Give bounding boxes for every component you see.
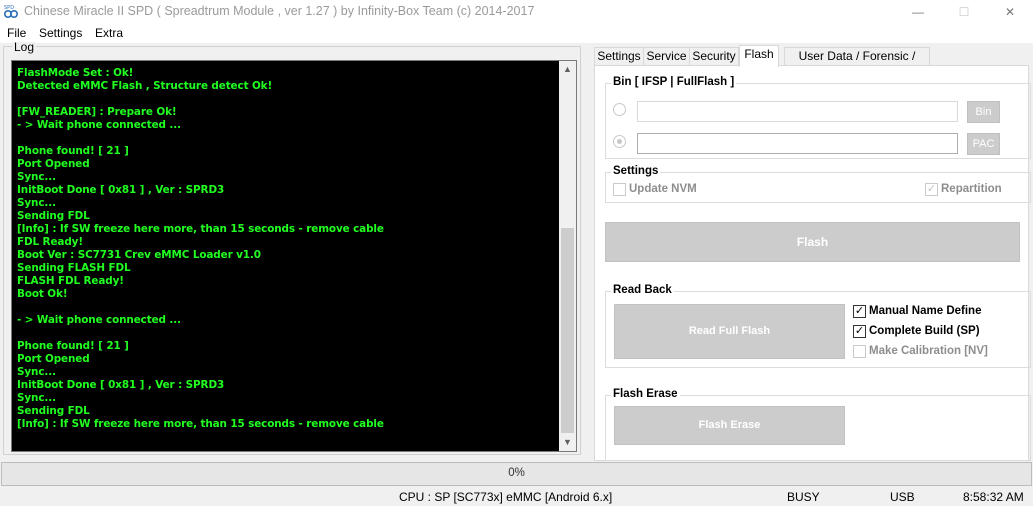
window-title: Chinese Miracle II SPD ( Spreadtrum Modu…	[24, 4, 535, 18]
status-time: 8:58:32 AM	[963, 490, 1024, 504]
repartition-checkbox[interactable]: ✓	[925, 183, 938, 196]
read-back-group: Read Back Read Full Flash ✓ Manual Name …	[605, 284, 1031, 368]
app-logo-icon: SPD	[3, 5, 19, 19]
log-line: InitBoot Done [ 0x81 ] , Ver : SPRD3	[17, 184, 225, 196]
log-scrollbar[interactable]: ▲ ▼	[559, 61, 576, 451]
flash-settings-group: Settings Update NVM ✓ Repartition	[605, 165, 1031, 203]
log-line: Port Opened	[17, 158, 90, 170]
bin-group-label: Bin [ IFSP | FullFlash ]	[611, 76, 737, 89]
log-line: Sync...	[17, 366, 56, 378]
read-full-flash-button[interactable]: Read Full Flash	[614, 304, 845, 359]
menu-settings[interactable]: Settings	[39, 26, 82, 40]
bin-group: Bin [ IFSP | FullFlash ] Bin PAC	[605, 76, 1031, 159]
status-state: BUSY	[787, 490, 820, 504]
pac-path-input[interactable]	[637, 133, 958, 154]
log-group: Log FlashMode Set : Ok! Detected eMMC Fla…	[3, 41, 581, 455]
log-line: [FW_READER] : Prepare Ok!	[17, 106, 177, 118]
log-line: [Info] : If SW freeze here more, than 15…	[17, 223, 384, 235]
log-line: - > Wait phone connected ...	[17, 314, 181, 326]
menu-extra[interactable]: Extra	[95, 26, 123, 40]
tab-security[interactable]: Security	[689, 47, 739, 66]
update-nvm-checkbox[interactable]	[613, 183, 626, 196]
repartition-label: Repartition	[941, 183, 1002, 195]
log-line: FLASH FDL Ready!	[17, 275, 124, 287]
make-calibration-checkbox[interactable]	[853, 345, 866, 358]
status-port: USB	[890, 490, 915, 504]
manual-name-define-label: Manual Name Define	[869, 305, 982, 317]
log-line: [Info] : If SW freeze here more, than 15…	[17, 418, 384, 430]
tab-flash[interactable]: Flash	[739, 45, 779, 67]
complete-build-checkbox[interactable]: ✓	[853, 325, 866, 338]
log-line: Sending FDL	[17, 405, 90, 417]
status-bar: CPU : SP [SC773x] eMMC [Android 6.x] BUS…	[0, 487, 1033, 506]
progress-label: 0%	[508, 467, 525, 479]
progress-bar: 0%	[1, 462, 1032, 486]
log-line: Boot Ok!	[17, 288, 68, 300]
read-back-label: Read Back	[611, 284, 674, 297]
log-line: Boot Ver : SC7731 Crev eMMC Loader v1.0	[17, 249, 261, 261]
flash-settings-label: Settings	[611, 165, 661, 178]
update-nvm-label: Update NVM	[629, 183, 697, 195]
tab-service[interactable]: Service	[643, 47, 690, 66]
log-text: FlashMode Set : Ok! Detected eMMC Flash ,…	[17, 67, 562, 431]
manual-name-define-checkbox[interactable]: ✓	[853, 305, 866, 318]
bin-browse-button[interactable]: Bin	[967, 101, 1000, 123]
maximize-button[interactable]: ☐	[941, 0, 987, 24]
menu-file[interactable]: File	[7, 26, 26, 40]
flash-button[interactable]: Flash	[605, 222, 1020, 262]
complete-build-label: Complete Build (SP)	[869, 325, 980, 337]
tab-user-data-forensic-other[interactable]: User Data / Forensic / Other	[784, 47, 930, 80]
log-line: Sending FLASH FDL	[17, 262, 131, 274]
log-line: Sync...	[17, 197, 56, 209]
log-line: Sync...	[17, 171, 56, 183]
log-line: Phone found! [ 21 ]	[17, 145, 129, 157]
menu-bar: File Settings Extra	[0, 24, 1033, 43]
bin-path-input[interactable]	[637, 101, 958, 122]
log-line: - > Wait phone connected ...	[17, 119, 181, 131]
log-line: Sync...	[17, 392, 56, 404]
log-line: Sending FDL	[17, 210, 90, 222]
log-line: InitBoot Done [ 0x81 ] , Ver : SPRD3	[17, 379, 225, 391]
make-calibration-label: Make Calibration [NV]	[869, 345, 988, 357]
log-line: FDL Ready!	[17, 236, 83, 248]
scroll-down-icon[interactable]: ▼	[559, 434, 576, 451]
scroll-thumb[interactable]	[561, 228, 574, 433]
log-title: Log	[12, 40, 37, 54]
bin-radio[interactable]	[613, 103, 626, 116]
title-bar: SPD Chinese Miracle II SPD ( Spreadtrum …	[0, 0, 1033, 24]
flash-tab-panel: Bin [ IFSP | FullFlash ] Bin PAC Setting…	[594, 65, 1031, 461]
log-line: FlashMode Set : Ok!	[17, 67, 134, 79]
minimize-button[interactable]: —	[895, 0, 941, 24]
log-line: Phone found! [ 21 ]	[17, 340, 129, 352]
svg-text:SPD: SPD	[4, 5, 14, 11]
log-line: Port Opened	[17, 353, 90, 365]
status-cpu: CPU : SP [SC773x] eMMC [Android 6.x]	[399, 490, 613, 504]
tab-settings[interactable]: Settings	[594, 47, 644, 66]
flash-erase-label: Flash Erase	[611, 388, 680, 401]
scroll-up-icon[interactable]: ▲	[559, 61, 576, 78]
close-button[interactable]: ✕	[987, 0, 1033, 24]
log-line: Detected eMMC Flash , Structure detect O…	[17, 80, 273, 92]
pac-radio[interactable]	[613, 135, 626, 148]
flash-erase-group: Flash Erase Flash Erase	[605, 388, 1031, 461]
flash-erase-button[interactable]: Flash Erase	[614, 406, 845, 445]
log-output[interactable]: FlashMode Set : Ok! Detected eMMC Flash ,…	[11, 60, 577, 452]
pac-browse-button[interactable]: PAC	[967, 133, 1000, 155]
